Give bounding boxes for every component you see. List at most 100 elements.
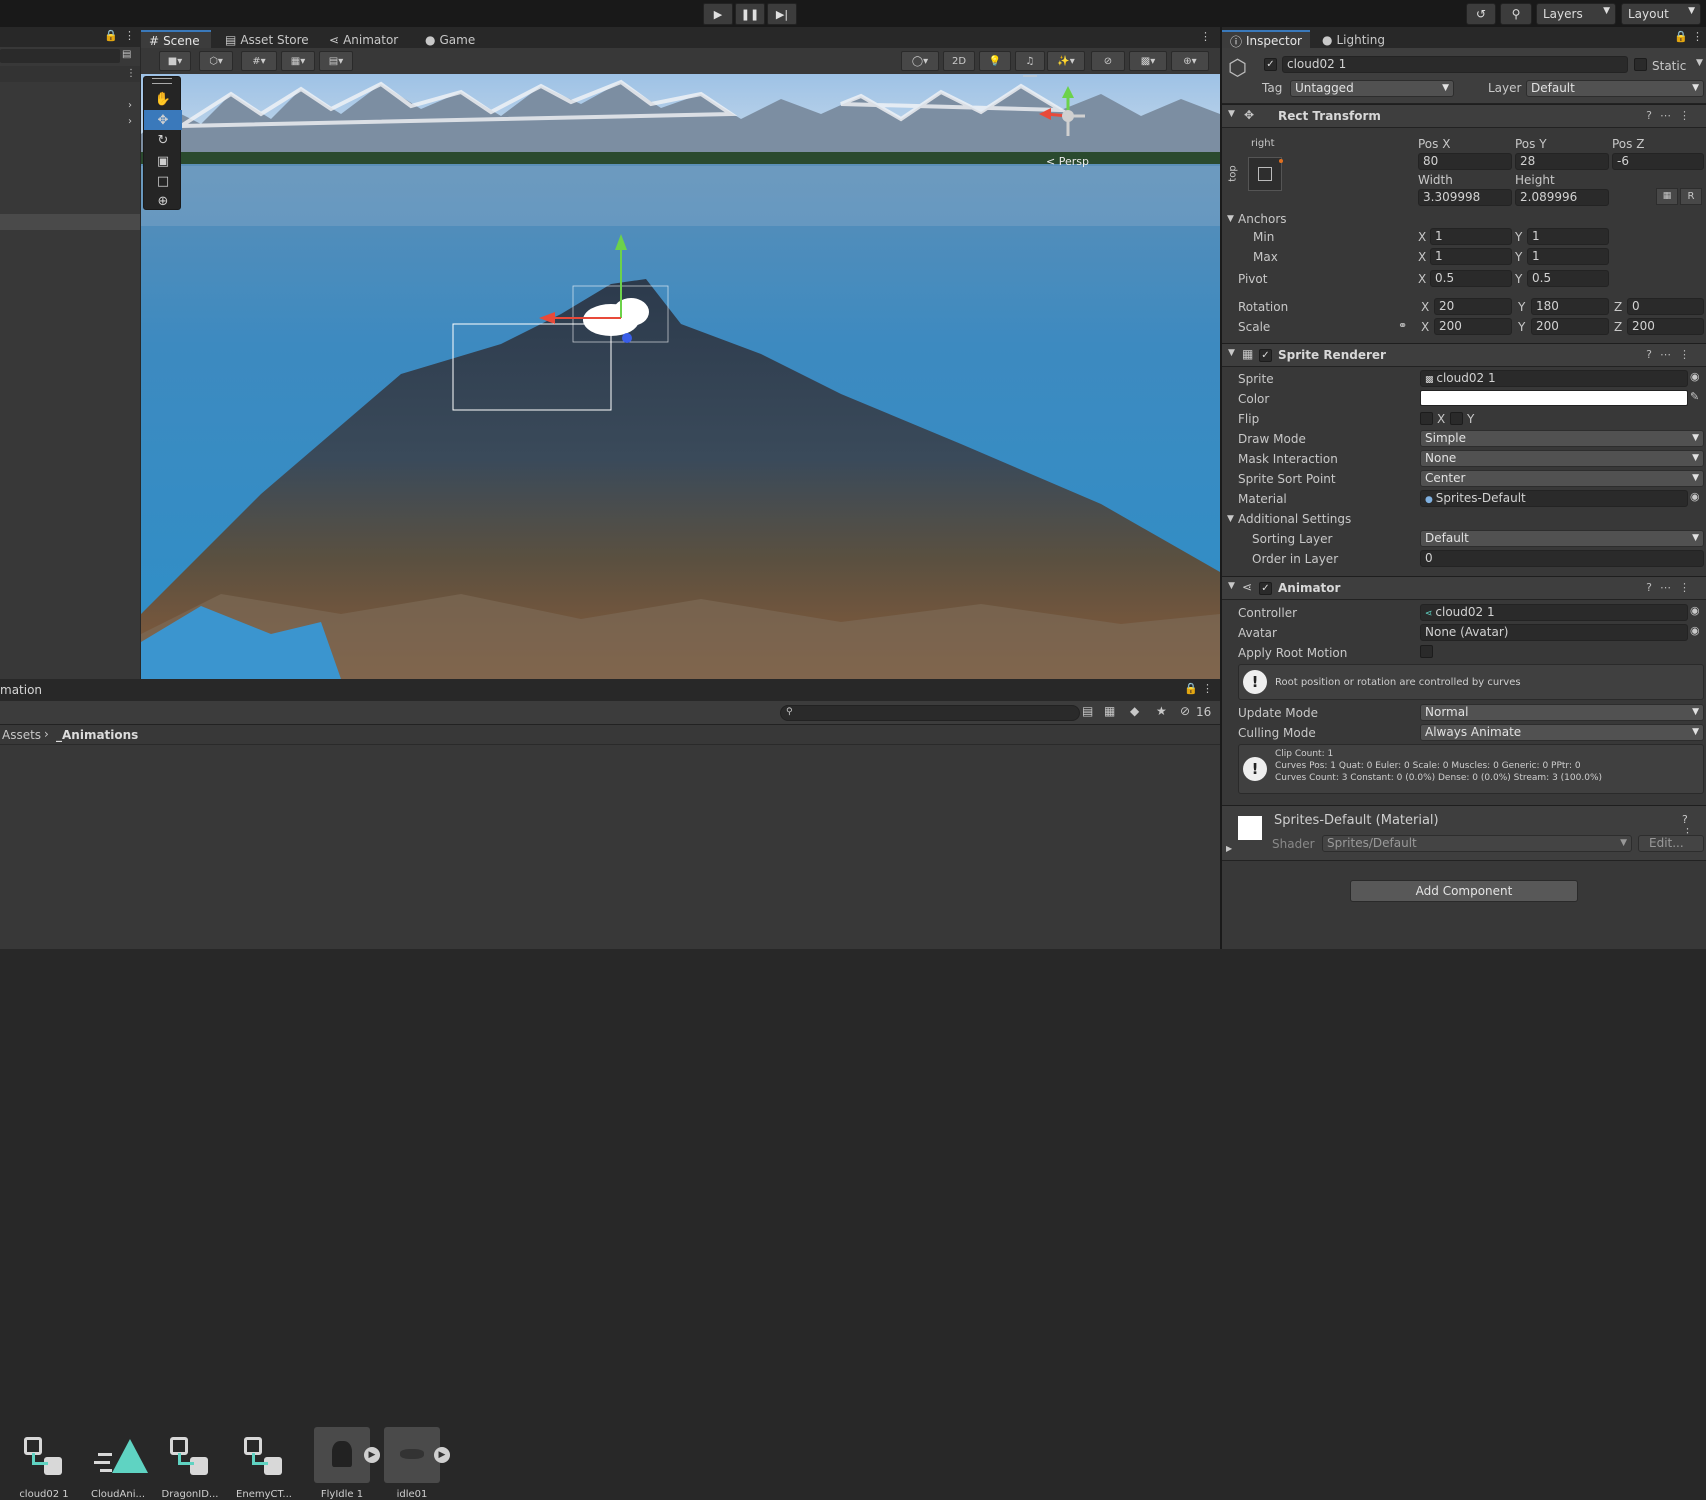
tab-animation[interactable]: mation [0, 683, 42, 697]
height-field[interactable]: 2.089996 [1515, 189, 1609, 206]
chevron-down-icon[interactable]: ▼ [1696, 58, 1703, 68]
search-filter-icon[interactable]: ▤ [1082, 704, 1093, 718]
color-swatch[interactable] [1420, 390, 1688, 406]
hierarchy-row[interactable] [0, 66, 140, 82]
scale-tool-icon[interactable]: ▣ [144, 151, 182, 171]
rotate-tool-icon[interactable]: ↻ [144, 130, 182, 150]
hidden-objects-icon[interactable]: ⊘ [1091, 51, 1125, 71]
asset-item[interactable]: ▶ idle01 [374, 1427, 450, 1500]
update-mode-dropdown[interactable]: Normal ▼ [1420, 704, 1704, 721]
foldout-arrow-icon[interactable]: ▶ [1226, 844, 1232, 853]
rotation-y-field[interactable]: 180 [1531, 298, 1609, 315]
tab-inspector[interactable]: ⓘ Inspector [1222, 30, 1310, 50]
asset-item[interactable]: DragonID... [152, 1427, 228, 1500]
object-picker-icon[interactable]: ◉ [1690, 370, 1700, 383]
perspective-label[interactable]: < Persp [1046, 155, 1089, 168]
order-in-layer-field[interactable]: 0 [1420, 550, 1704, 567]
blueprint-mode-button[interactable]: ▦ [1656, 188, 1678, 205]
width-field[interactable]: 3.309998 [1418, 189, 1512, 206]
scale-y-field[interactable]: 200 [1531, 318, 1609, 335]
eyedropper-icon[interactable]: ✎ [1690, 390, 1699, 403]
scale-x-field[interactable]: 200 [1434, 318, 1512, 335]
link-icon[interactable]: ⚭ [1398, 319, 1407, 332]
pos-y-field[interactable]: 28 [1515, 153, 1609, 170]
controller-field[interactable]: ⋖ cloud02 1 [1420, 604, 1688, 621]
scale-z-field[interactable]: 200 [1627, 318, 1704, 335]
chevron-right-icon[interactable]: › [128, 100, 132, 111]
pause-button[interactable]: ❚❚ [735, 3, 765, 25]
kebab-menu-icon[interactable]: ⋮ [1202, 682, 1213, 695]
anchor-preset-button[interactable] [1248, 157, 1283, 191]
sprite-renderer-header[interactable]: ▼ ▦ ✓ Sprite Renderer ?⋯⋮ [1222, 343, 1706, 367]
animator-enabled-checkbox[interactable]: ✓ [1259, 582, 1272, 595]
tab-lighting[interactable]: ● Lighting [1314, 30, 1393, 50]
asset-item[interactable]: cloud02 1 [6, 1427, 82, 1500]
lock-icon[interactable]: 🔒 [1184, 682, 1198, 695]
move-tool-icon[interactable]: ✥ [144, 110, 182, 130]
tab-asset-store[interactable]: ▤ Asset Store [217, 30, 317, 50]
root-motion-checkbox[interactable] [1420, 645, 1433, 658]
culling-mode-dropdown[interactable]: Always Animate ▼ [1420, 724, 1704, 741]
shader-edit-button[interactable]: Edit... [1638, 835, 1704, 852]
lighting-toggle-icon[interactable]: 💡 [979, 51, 1011, 71]
chevron-right-icon[interactable]: › [128, 116, 132, 127]
flip-x-checkbox[interactable] [1420, 412, 1433, 425]
raw-edit-button[interactable]: R [1680, 188, 1702, 205]
component-menu-icons[interactable]: ?⋯⋮ [1646, 348, 1698, 361]
breadcrumb-animations[interactable]: _Animations [56, 728, 138, 742]
scene-viewport[interactable]: < Persp ✋ ✥ ↻ ▣ □ ⊕ [141, 74, 1220, 679]
play-button[interactable]: ▶ [703, 3, 733, 25]
sorting-layer-dropdown[interactable]: Default ▼ [1420, 530, 1704, 547]
search-options-icon[interactable]: ▤ [122, 49, 131, 60]
grid-snap-button[interactable]: #▾ [241, 51, 277, 71]
hand-tool-icon[interactable]: ✋ [144, 89, 182, 109]
audio-toggle-icon[interactable]: ♫ [1015, 51, 1045, 71]
foldout-arrow-icon[interactable]: ▼ [1227, 514, 1234, 524]
tab-animator[interactable]: ⋖ Animator [321, 30, 406, 50]
layers-dropdown[interactable]: Layers ▼ [1536, 3, 1616, 25]
project-search-input[interactable]: ⚲ [780, 705, 1080, 721]
pivot-y-field[interactable]: 0.5 [1527, 270, 1609, 287]
grid-toggle-button[interactable]: ▦▾ [281, 51, 315, 71]
pos-x-field[interactable]: 80 [1418, 153, 1512, 170]
rect-transform-header[interactable]: ▼ ✥ Rect Transform ?⋯⋮ [1222, 104, 1706, 128]
draw-mode-dropdown[interactable]: ⬡▾ [199, 51, 233, 71]
camera-dropdown[interactable]: ▩▾ [1129, 51, 1167, 71]
tag-dropdown[interactable]: Untagged ▼ [1290, 80, 1454, 97]
lock-icon[interactable]: 🔒 [1674, 30, 1688, 43]
kebab-menu-icon[interactable]: ⋮ [1692, 30, 1703, 43]
play-icon[interactable]: ▶ [434, 1447, 450, 1463]
material-field[interactable]: ● Sprites-Default [1420, 490, 1688, 507]
anchor-max-y-field[interactable]: 1 [1527, 248, 1609, 265]
drag-handle-icon[interactable] [152, 78, 172, 84]
anchor-min-x-field[interactable]: 1 [1430, 228, 1512, 245]
rect-tool-icon[interactable]: □ [144, 171, 182, 191]
sprite-field[interactable]: ▩ cloud02 1 [1420, 370, 1688, 387]
add-component-button[interactable]: Add Component [1350, 880, 1578, 902]
kebab-menu-icon[interactable]: ⋮ [124, 29, 135, 42]
shading-dropdown[interactable]: ■▾ [159, 51, 191, 71]
gizmos-dropdown[interactable]: ⊕▾ [1171, 51, 1209, 71]
search-icon[interactable]: ⚲ [1500, 3, 1532, 25]
hierarchy-row-selected[interactable] [0, 214, 140, 230]
layer-dropdown[interactable]: Default ▼ [1526, 80, 1704, 97]
asset-item[interactable]: EnemyCT... [226, 1427, 302, 1500]
mode-2d-button[interactable]: 2D [943, 51, 975, 71]
label-filter-icon[interactable]: ◆ [1130, 704, 1139, 718]
active-checkbox[interactable]: ✓ [1264, 58, 1277, 71]
static-checkbox[interactable] [1634, 58, 1647, 71]
component-menu-icons[interactable]: ?⋯⋮ [1646, 581, 1698, 594]
object-name-field[interactable]: cloud02 1 [1282, 56, 1628, 73]
asset-item[interactable]: ▶ FlyIdle 1 [304, 1427, 380, 1500]
flip-y-checkbox[interactable] [1450, 412, 1463, 425]
component-menu-icons[interactable]: ?⋯⋮ [1646, 109, 1698, 122]
sort-point-dropdown[interactable]: Center ▼ [1420, 470, 1704, 487]
object-picker-icon[interactable]: ◉ [1690, 604, 1700, 617]
pos-z-field[interactable]: -6 [1612, 153, 1704, 170]
object-picker-icon[interactable]: ◉ [1690, 490, 1700, 503]
transform-tool-icon[interactable]: ⊕ [144, 191, 182, 211]
rotation-x-field[interactable]: 20 [1434, 298, 1512, 315]
tab-game[interactable]: ● Game [417, 30, 483, 50]
asset-item[interactable]: CloudAni... [80, 1427, 156, 1500]
tab-scene[interactable]: # Scene [141, 30, 211, 50]
